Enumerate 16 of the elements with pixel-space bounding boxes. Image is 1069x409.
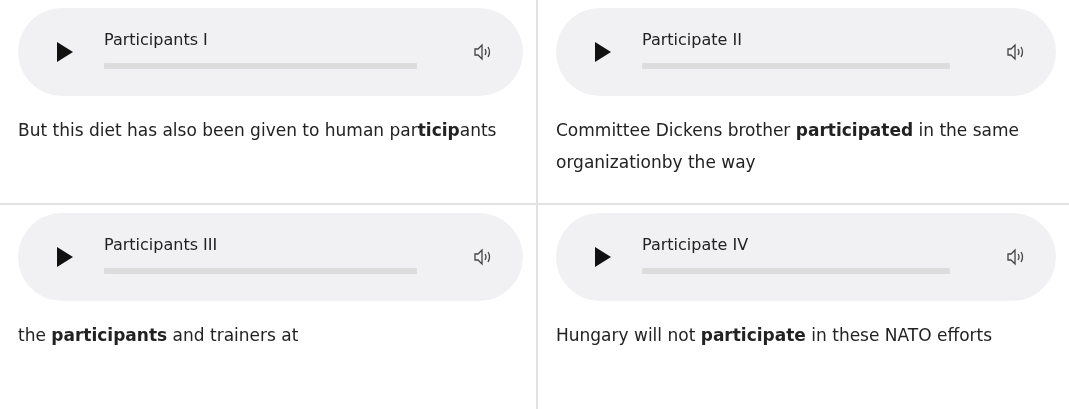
audio-title: Participants I: [104, 29, 209, 49]
play-button[interactable]: [56, 41, 74, 63]
play-button[interactable]: [594, 41, 612, 63]
example-sentence: Hungary will not participate in these NATO efforts: [556, 324, 994, 347]
audio-title: Participate II: [642, 29, 743, 49]
example-sentence: But this diet has also been given to human participants: [18, 119, 498, 142]
audio-title: Participate IV: [642, 234, 750, 254]
example-sentence: Committee Dickens brother participated in the same organizationby the way: [556, 119, 1021, 174]
speaker-icon[interactable]: [473, 43, 493, 61]
audio-title: Participants III: [104, 234, 219, 254]
example-sentence: the participants and trainers at: [18, 324, 300, 347]
speaker-icon[interactable]: [1006, 43, 1026, 61]
speaker-icon[interactable]: [473, 248, 493, 266]
play-button[interactable]: [594, 246, 612, 268]
play-button[interactable]: [56, 246, 74, 268]
speaker-icon[interactable]: [1006, 248, 1026, 266]
